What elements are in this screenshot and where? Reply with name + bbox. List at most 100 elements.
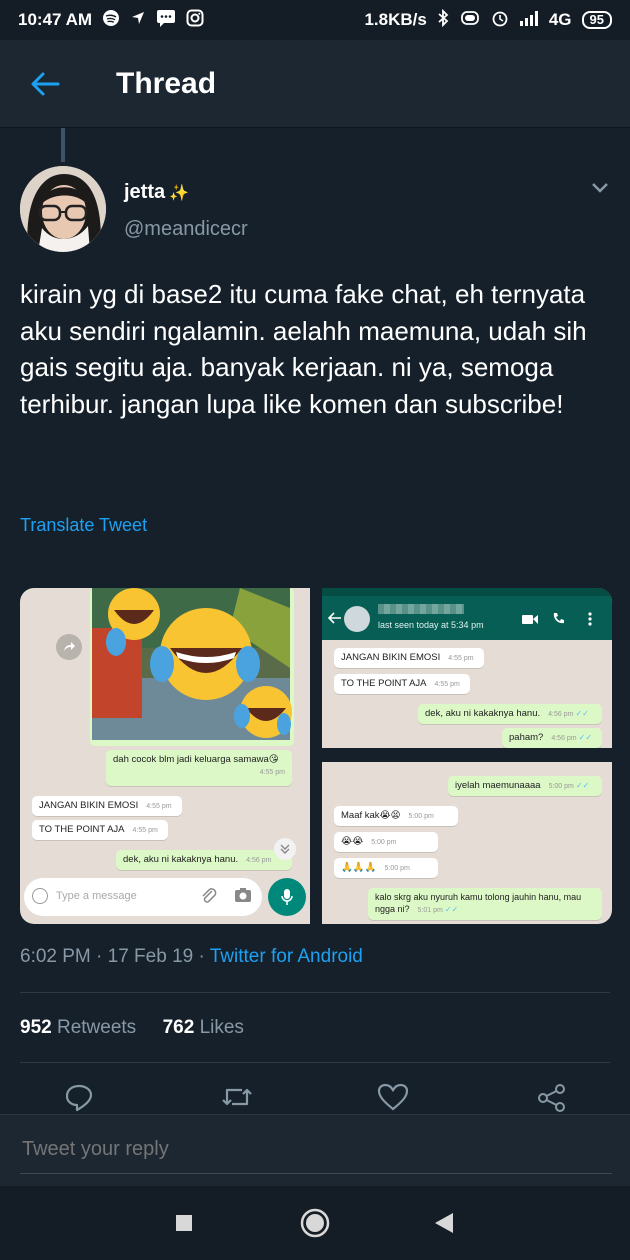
scroll-down-button[interactable] bbox=[274, 838, 296, 860]
message-time: 5:00 pm bbox=[384, 865, 410, 872]
read-receipt-icon: ✓✓ bbox=[578, 733, 593, 742]
camera-icon[interactable] bbox=[234, 887, 252, 905]
thread-header: Thread bbox=[0, 40, 630, 128]
navigation-icon bbox=[130, 10, 146, 30]
message-text: 😭😭 bbox=[341, 836, 364, 847]
tweet-actions bbox=[0, 1082, 630, 1116]
home-button[interactable] bbox=[299, 1207, 331, 1244]
back-arrow-icon[interactable] bbox=[328, 612, 342, 624]
tweet-stats: 952 Retweets 762 Likes bbox=[20, 1017, 244, 1039]
bluetooth-icon bbox=[437, 8, 449, 31]
media-image-bottom-right[interactable]: iyelah maemunaaaa 5:00 pm ✓✓ Maaf kak😭😫 5:0… bbox=[322, 762, 612, 924]
battery-level: 95 bbox=[589, 12, 604, 27]
message-time: 4:56 pm bbox=[551, 735, 577, 742]
tweet-menu-button[interactable] bbox=[590, 180, 610, 199]
more-options-icon[interactable] bbox=[588, 612, 592, 626]
likes-count: 762 bbox=[162, 1017, 195, 1038]
message-text: Maaf kak😭😫 bbox=[341, 810, 401, 821]
likes-stat[interactable]: 762 Likes bbox=[163, 1017, 244, 1038]
message-time: 4:55 pm bbox=[146, 803, 172, 810]
tweet-timestamp: 6:02 PM · 17 Feb 19 · Twitter for Androi… bbox=[20, 946, 363, 968]
message-time: 4:55 pm bbox=[434, 681, 460, 688]
media-image-top-right[interactable]: last seen today at 5:34 pm JANGAN BIKIN … bbox=[322, 588, 612, 748]
circle-icon bbox=[300, 1208, 330, 1238]
retweets-stat[interactable]: 952 Retweets bbox=[20, 1017, 136, 1038]
status-time: 10:47 AM bbox=[18, 10, 93, 29]
spotify-icon bbox=[102, 9, 120, 31]
translate-tweet-link[interactable]: Translate Tweet bbox=[20, 515, 147, 536]
message-text: dek, aku ni kakaknya hanu. bbox=[425, 708, 541, 719]
heart-icon bbox=[377, 1083, 409, 1111]
reply-button[interactable] bbox=[64, 1082, 94, 1117]
last-seen-text: last seen today at 5:34 pm bbox=[378, 620, 484, 630]
contact-name-blurred bbox=[378, 604, 464, 614]
signal-icon bbox=[519, 10, 539, 30]
author-handle[interactable]: @meandicecr bbox=[124, 218, 248, 241]
read-receipt-icon: ✓✓ bbox=[575, 709, 589, 718]
message-bubble: dek, aku ni kakaknya hanu. 4:56 pm bbox=[116, 850, 292, 870]
reply-underline bbox=[20, 1173, 612, 1174]
message-input-placeholder: Type a message bbox=[56, 890, 137, 902]
tweet-media-grid[interactable]: dah cocok blm jadi keluarga samawa😘 4:55… bbox=[20, 588, 612, 924]
shared-photo bbox=[90, 588, 294, 746]
back-nav-button[interactable] bbox=[433, 1211, 455, 1240]
sparkles-icon: ✨ bbox=[169, 185, 190, 202]
message-text: dek, aku ni kakaknya hanu. bbox=[123, 854, 239, 865]
thread-connector-line bbox=[61, 128, 65, 162]
recents-button[interactable] bbox=[174, 1213, 194, 1238]
tweet-source-link[interactable]: Twitter for Android bbox=[210, 946, 363, 967]
network-speed: 1.8KB/s bbox=[364, 10, 427, 29]
message-text: kalo skrg aku nyuruh kamu tolong jauhin … bbox=[375, 892, 582, 914]
attach-icon[interactable] bbox=[200, 887, 218, 907]
chevron-down-icon bbox=[592, 183, 608, 193]
contact-avatar[interactable] bbox=[344, 606, 370, 632]
triangle-back-icon bbox=[435, 1213, 453, 1233]
media-image-left[interactable]: dah cocok blm jadi keluarga samawa😘 4:55… bbox=[20, 588, 310, 924]
retweets-label: Retweets bbox=[56, 1017, 137, 1038]
video-call-icon[interactable] bbox=[522, 614, 538, 625]
message-time: 4:55 pm bbox=[259, 769, 285, 776]
phone-icon[interactable] bbox=[552, 612, 565, 625]
author-name-text: jetta bbox=[124, 181, 166, 203]
message-time: 5:00 pm bbox=[371, 839, 397, 846]
message-bubble: TO THE POINT AJA 4:55 pm bbox=[32, 820, 168, 840]
reply-icon bbox=[65, 1084, 93, 1112]
chat-header: last seen today at 5:34 pm bbox=[322, 588, 612, 640]
double-chevron-down-icon bbox=[280, 844, 290, 854]
message-bubble: 🙏🙏🙏 5:00 pm bbox=[334, 858, 438, 878]
retweet-button[interactable] bbox=[220, 1082, 254, 1117]
square-icon bbox=[176, 1215, 192, 1231]
voice-message-button[interactable] bbox=[268, 878, 306, 916]
message-text: 🙏🙏🙏 bbox=[341, 862, 377, 873]
timestamp-text: 6:02 PM · 17 Feb 19 · bbox=[20, 946, 210, 967]
message-text: JANGAN BIKIN EMOSI bbox=[341, 652, 441, 663]
message-time: 5:01 pm bbox=[417, 907, 443, 914]
retweets-count: 952 bbox=[20, 1017, 52, 1038]
message-bubble: TO THE POINT AJA 4:55 pm bbox=[334, 674, 470, 694]
message-text: JANGAN BIKIN EMOSI bbox=[39, 800, 139, 811]
message-bubble: JANGAN BIKIN EMOSI 4:55 pm bbox=[334, 648, 484, 668]
reply-input[interactable] bbox=[20, 1137, 584, 1162]
message-time: 4:55 pm bbox=[448, 655, 474, 662]
message-text: TO THE POINT AJA bbox=[341, 678, 427, 689]
forward-icon bbox=[56, 634, 82, 660]
message-bubble: kalo skrg aku nyuruh kamu tolong jauhin … bbox=[368, 888, 602, 920]
retweet-icon bbox=[222, 1088, 252, 1106]
back-arrow-icon bbox=[31, 72, 60, 95]
message-input-bar[interactable]: Type a message bbox=[24, 878, 262, 916]
microphone-icon bbox=[281, 889, 293, 905]
instagram-icon bbox=[186, 9, 204, 31]
avatar[interactable] bbox=[20, 166, 106, 252]
message-text: paham? bbox=[509, 732, 544, 743]
emoji-icon[interactable] bbox=[32, 888, 48, 904]
author-name[interactable]: jetta ✨ bbox=[124, 181, 189, 204]
message-icon bbox=[156, 9, 176, 31]
message-time: 4:55 pm bbox=[132, 827, 158, 834]
network-type: 4G bbox=[548, 10, 572, 29]
status-bar: 10:47 AM 1.8KB/s 4G 95 bbox=[0, 0, 630, 40]
message-bubble: JANGAN BIKIN EMOSI 4:55 pm bbox=[32, 796, 182, 816]
message-bubble: dah cocok blm jadi keluarga samawa😘 4:55… bbox=[106, 750, 292, 786]
read-receipt-icon: ✓✓ bbox=[575, 781, 590, 790]
back-button[interactable] bbox=[0, 71, 90, 97]
like-button[interactable] bbox=[377, 1082, 409, 1117]
